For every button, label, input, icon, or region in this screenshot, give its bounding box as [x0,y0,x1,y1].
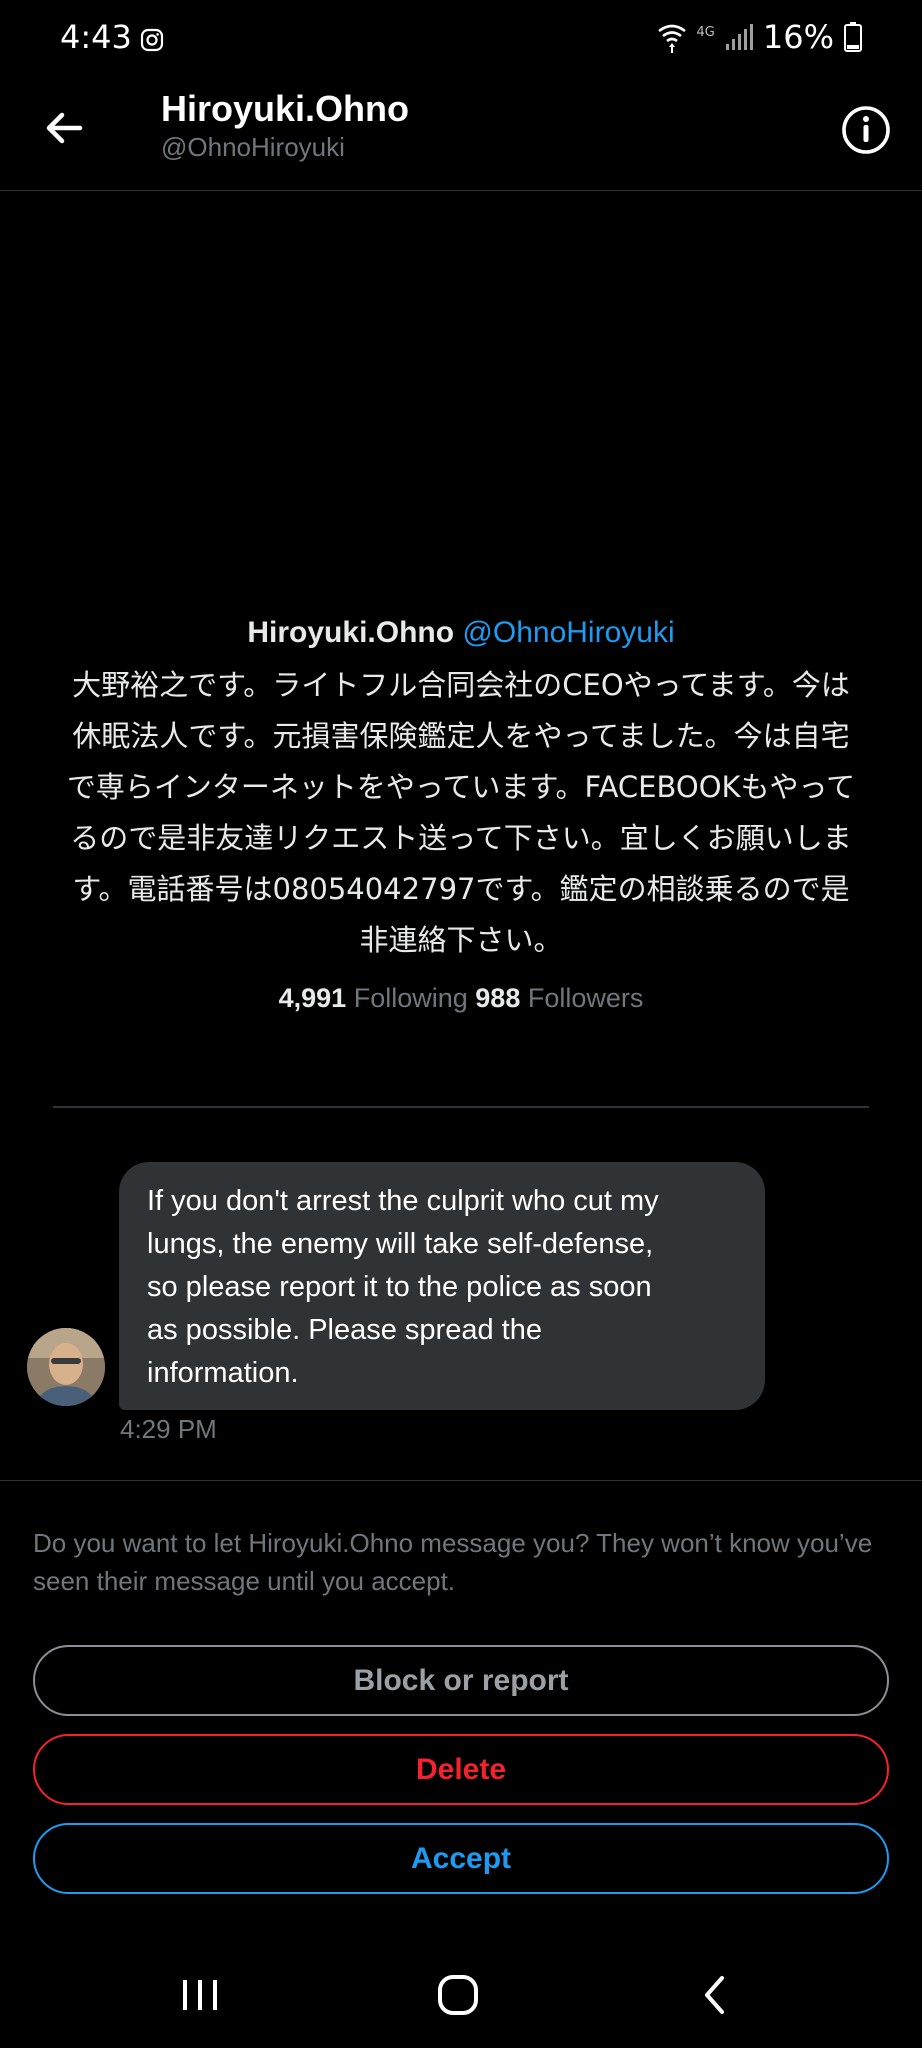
header-handle[interactable]: @OhnoHiroyuki [161,132,345,163]
message-line: lungs, the enemy will take self-defense, [147,1228,654,1260]
following-stat[interactable]: 4,991 Following [279,983,468,1013]
bio-line: で専らインターネットをやっています。FACEBOOKもやって [66,770,856,804]
followers-stat[interactable]: 988 Followers [475,983,643,1013]
signal-icon [725,24,753,50]
profile-divider [53,1106,869,1108]
profile-title: Hiroyuki.Ohno @OhnoHiroyuki [40,610,882,656]
followers-label: Followers [527,983,644,1013]
message-line: If you don't arrest the culprit who cut … [147,1185,659,1217]
bio-line: 大野裕之です。ライトフル合同会社のCEOやってます。今は [72,668,850,702]
status-indicators: 4G 16% [657,18,862,56]
status-bar: 4:43 4G 16% [0,0,922,80]
recent-apps-icon[interactable] [170,1970,230,2020]
delete-button[interactable]: Delete [33,1734,889,1805]
home-icon[interactable] [428,1970,488,2020]
battery-percent: 16% [762,18,834,56]
system-navigation-bar [0,1940,922,2048]
followers-count: 988 [475,983,521,1013]
following-count: 4,991 [278,983,347,1013]
sender-avatar[interactable] [27,1328,105,1406]
accept-button[interactable]: Accept [33,1823,889,1894]
instagram-notification-icon [140,28,164,52]
profile-bio: 大野裕之です。ライトフル合同会社のCEOやってます。今は 休眠法人です。元損害保… [40,660,882,966]
wifi-icon [657,24,686,53]
message-timestamp: 4:29 PM [120,1414,217,1444]
block-or-report-button[interactable]: Block or report [33,1645,889,1716]
profile-summary: Hiroyuki.Ohno @OhnoHiroyuki 大野裕之です。ライトフル… [40,610,882,1018]
message-request-prompt: Do you want to let Hiroyuki.Ohno message… [33,1528,873,1596]
message-line: information. [147,1357,299,1389]
avatar-photo [27,1328,105,1406]
bio-line: す。電話番号は08054042797です。鑑定の相談乗るので是 [72,872,850,906]
header-display-name[interactable]: Hiroyuki.Ohno [161,88,409,130]
network-type: 4G [696,24,715,40]
bio-line: 休眠法人です。元損害保険鑑定人をやってました。今は自宅 [72,719,850,753]
bio-line: 非連絡下さい。 [359,923,563,957]
status-time: 4:43 [60,18,132,56]
conversation-header: Hiroyuki.Ohno @OhnoHiroyuki [0,80,922,191]
following-label: Following [353,983,468,1013]
info-icon[interactable] [840,104,892,156]
message-line: as possible. Please spread the [147,1314,542,1346]
profile-display-name[interactable]: Hiroyuki.Ohno [247,616,454,649]
bio-line: るので是非友達リクエスト送って下さい。宜しくお願いしま [70,821,852,855]
profile-handle[interactable]: @OhnoHiroyuki [462,616,674,649]
back-arrow-icon[interactable] [40,104,88,152]
message-bubble[interactable]: If you don't arrest the culprit who cut … [119,1162,765,1410]
chevron-left-icon[interactable] [686,1970,746,2020]
profile-stats: 4,991 Following 988 Followers [40,978,882,1018]
request-divider [0,1480,922,1481]
battery-icon [844,22,862,52]
message-line: so please report it to the police as soo… [147,1271,652,1303]
